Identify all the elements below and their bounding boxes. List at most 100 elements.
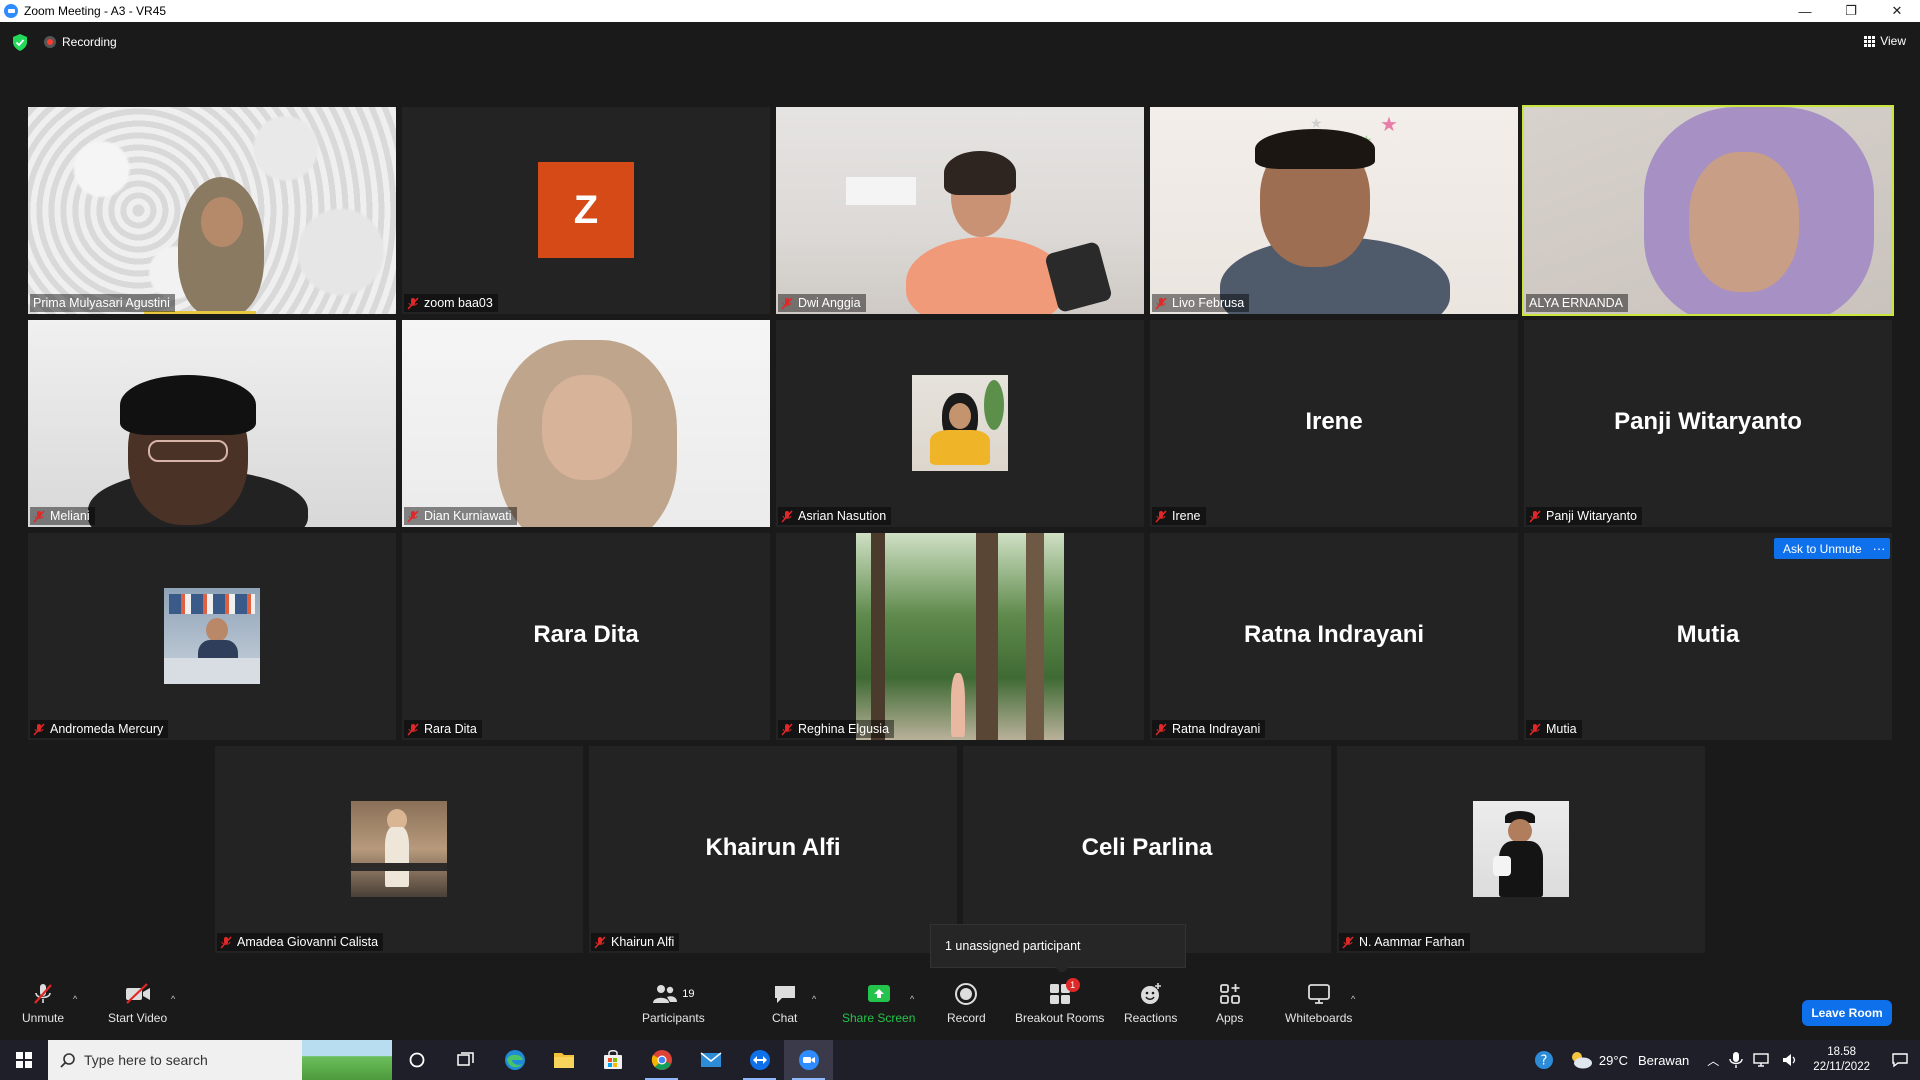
close-button[interactable]: ✕ [1874, 0, 1920, 22]
video-options-caret[interactable]: ^ [171, 994, 175, 1004]
participant-tile-asrian-nasution[interactable]: Asrian Nasution [776, 320, 1144, 527]
participant-name-label: Panji Witaryanto [1526, 507, 1643, 525]
participants-icon [653, 985, 678, 1003]
record-button[interactable]: Record [947, 982, 986, 1025]
folder-icon [553, 1053, 574, 1068]
participant-name-label: Meliani [30, 507, 95, 525]
video-feed [776, 107, 1144, 314]
zoom-taskbar-app[interactable] [784, 1040, 833, 1080]
network-icon[interactable] [1753, 1052, 1771, 1068]
profile-photo [1473, 801, 1569, 897]
window-controls: — ❐ ✕ [1782, 0, 1920, 22]
chrome-icon [651, 1050, 672, 1070]
participant-tile-dian-kurniawati[interactable]: Dian Kurniawati [402, 320, 770, 527]
participant-name-label: Dwi Anggia [778, 294, 866, 312]
unmute-button[interactable]: Unmute [22, 982, 64, 1025]
store-app[interactable] [588, 1040, 637, 1080]
store-bag-icon [603, 1050, 622, 1069]
cortana-button[interactable] [392, 1040, 441, 1080]
participant-name-label: Khairun Alfi [591, 933, 680, 951]
participant-tile-alya-ernanda[interactable]: ALYA ERNANDA [1522, 105, 1894, 316]
video-feed [28, 320, 396, 527]
participant-tile-khairun-alfi[interactable]: Khairun Alfi Khairun Alfi [589, 746, 957, 953]
muted-mic-icon [1342, 935, 1354, 949]
chat-options-caret[interactable]: ^ [812, 994, 816, 1004]
chrome-app[interactable] [637, 1040, 686, 1080]
ask-to-unmute-button[interactable]: Ask to Unmute [1774, 538, 1871, 559]
search-placeholder: Type here to search [84, 1052, 208, 1068]
teamviewer-app[interactable] [735, 1040, 784, 1080]
participant-tile-prima[interactable]: Prima Mulyasari Agustini [28, 107, 396, 314]
breakout-rooms-button[interactable]: 1 Breakout Rooms [1015, 978, 1104, 1025]
cortana-circle-icon [409, 1052, 424, 1068]
notification-center-button[interactable] [1880, 1040, 1920, 1080]
apps-button[interactable]: Apps [1216, 982, 1243, 1025]
participant-tile-panji-witaryanto[interactable]: Panji Witaryanto Panji Witaryanto [1524, 320, 1892, 527]
participant-more-button[interactable]: ··· [1868, 538, 1890, 559]
popup-text: 1 unassigned participant [945, 939, 1081, 953]
mail-app[interactable] [686, 1040, 735, 1080]
view-button[interactable]: View [1864, 34, 1906, 48]
restore-button[interactable]: ❐ [1828, 0, 1874, 22]
participant-name-label: Amadea Giovanni Calista [217, 933, 384, 951]
participant-tile-celi-parlina[interactable]: Celi Parlina [963, 746, 1331, 953]
unassigned-participant-popup[interactable]: 1 unassigned participant [930, 924, 1186, 974]
volume-icon[interactable] [1781, 1052, 1799, 1068]
participant-display-name: Khairun Alfi [705, 834, 841, 861]
reactions-button[interactable]: Reactions [1124, 982, 1177, 1025]
meeting-topbar: Recording View [0, 22, 1920, 64]
taskbar-search[interactable]: Type here to search [48, 1040, 392, 1080]
task-view-button[interactable] [441, 1040, 490, 1080]
participant-tile-amadea-giovanni-calista[interactable]: Amadea Giovanni Calista [215, 746, 583, 953]
chat-button[interactable]: Chat [772, 982, 797, 1025]
participant-tile-reghina-elgusia[interactable]: Reghina Elgusia [776, 533, 1144, 740]
participant-name-label: Rara Dita [404, 720, 482, 738]
microphone-icon[interactable] [1729, 1051, 1743, 1069]
participant-tile-andromeda-mercury[interactable]: Andromeda Mercury [28, 533, 396, 740]
search-highlight-image [302, 1040, 392, 1080]
start-video-button[interactable]: Start Video [108, 982, 167, 1025]
participant-tile-meliani[interactable]: Meliani [28, 320, 396, 527]
leave-room-button[interactable]: Leave Room [1802, 1000, 1892, 1026]
taskbar-clock[interactable]: 18.58 22/11/2022 [1813, 1045, 1870, 1075]
participant-tile-livo-februsa[interactable]: ★ ★ ★ Livo Februsa [1150, 107, 1518, 314]
teamviewer-icon [749, 1050, 770, 1070]
system-tray: ? 29°C Berawan ︿ 18.58 22/11/2022 [1533, 1040, 1920, 1080]
minimize-button[interactable]: — [1782, 0, 1828, 22]
whiteboards-options-caret[interactable]: ^ [1351, 994, 1355, 1004]
participant-tile-dwi-anggia[interactable]: Dwi Anggia [776, 107, 1144, 314]
whiteboards-button[interactable]: Whiteboards [1285, 982, 1352, 1025]
participant-tile-rara-dita[interactable]: Rara Dita Rara Dita [402, 533, 770, 740]
muted-mic-icon [1155, 296, 1167, 310]
recording-indicator[interactable]: Recording [44, 35, 117, 49]
participant-display-name: Mutia [1676, 621, 1740, 648]
participant-display-name: Panji Witaryanto [1614, 408, 1802, 435]
audio-options-caret[interactable]: ^ [73, 994, 77, 1004]
edge-app[interactable] [490, 1040, 539, 1080]
share-options-caret[interactable]: ^ [910, 994, 914, 1004]
weather-widget[interactable]: 29°C Berawan [1569, 1050, 1689, 1070]
participants-button[interactable]: 19 Participants [642, 982, 705, 1025]
file-explorer-app[interactable] [539, 1040, 588, 1080]
participant-tile-irene[interactable]: Irene Irene [1150, 320, 1518, 527]
participant-tile-ratna-indrayani[interactable]: Ratna Indrayani Ratna Indrayani [1150, 533, 1518, 740]
video-feed [402, 320, 770, 527]
participant-tile-mutia[interactable]: Mutia Mutia [1524, 533, 1892, 740]
tray-overflow-chevron-icon[interactable]: ︿ [1707, 1052, 1719, 1069]
share-screen-button[interactable]: Share Screen [842, 982, 915, 1025]
participant-display-name: Rara Dita [533, 621, 639, 648]
mail-envelope-icon [700, 1052, 721, 1067]
apps-icon [1219, 984, 1240, 1004]
participant-tile-zoom-baa03[interactable]: Z zoom baa03 [402, 107, 770, 314]
help-icon[interactable]: ? [1533, 1049, 1555, 1071]
participant-name-label: Ratna Indrayani [1152, 720, 1266, 738]
security-shield-icon[interactable] [12, 34, 28, 51]
participant-display-name: Irene [1305, 408, 1363, 435]
participant-tile-n-aammar-farhan[interactable]: N. Aammar Farhan [1337, 746, 1705, 953]
breakout-badge: 1 [1065, 978, 1080, 992]
start-button[interactable] [0, 1040, 48, 1080]
muted-mic-icon [1155, 509, 1167, 523]
participant-name-label: Andromeda Mercury [30, 720, 169, 738]
record-icon [955, 983, 978, 1005]
muted-mic-icon [594, 935, 606, 949]
